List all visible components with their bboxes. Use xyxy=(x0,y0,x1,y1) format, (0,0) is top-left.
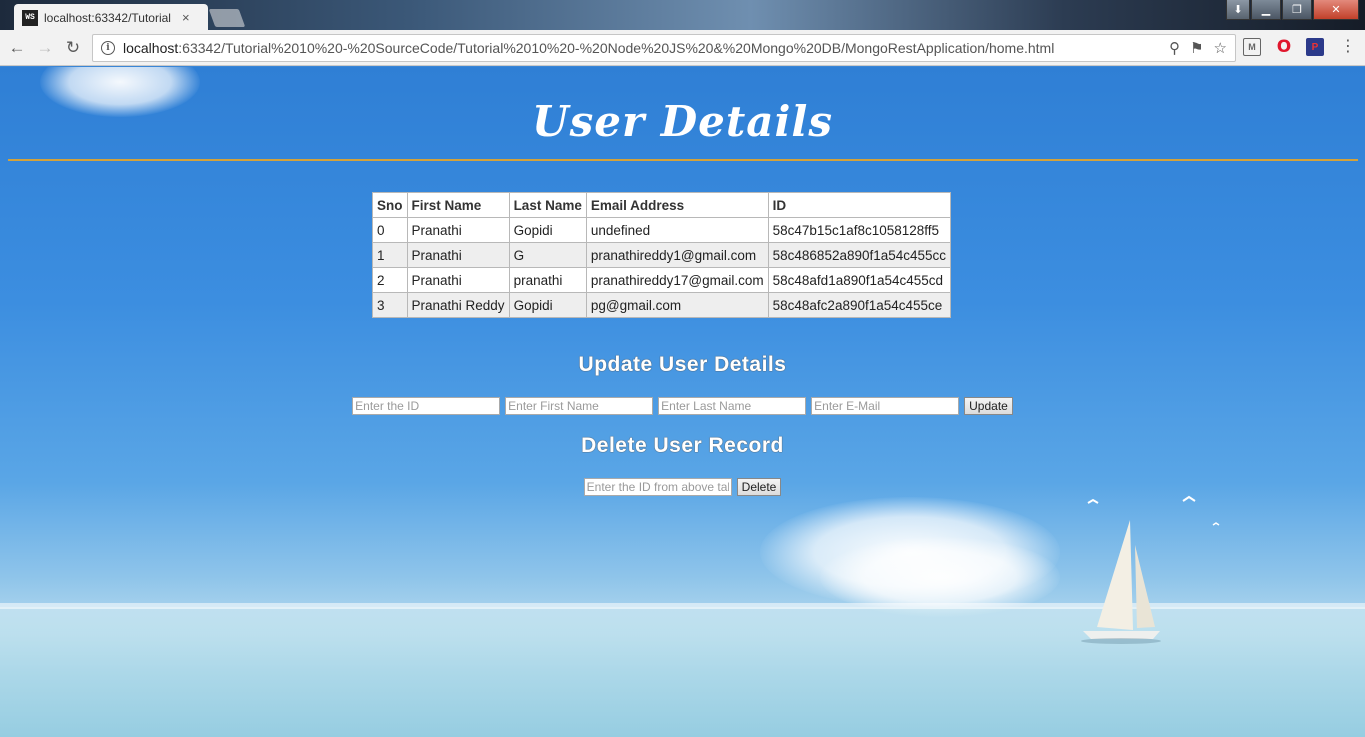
window-titlebar: WS localhost:63342/Tutorial × ⬇ ▁ ❐ ✕ xyxy=(0,0,1365,31)
address-bar[interactable]: i localhost:63342/Tutorial%2010%20-%20So… xyxy=(92,34,1236,62)
minimize-icon[interactable]: ▁ xyxy=(1251,0,1281,20)
table-row: 2 Pranathi pranathi pranathireddy17@gmai… xyxy=(372,267,952,293)
delete-id-input[interactable] xyxy=(583,478,732,496)
opera-extension-icon[interactable]: O xyxy=(1275,37,1293,57)
extension-m-icon[interactable]: M xyxy=(1243,38,1261,56)
cell-id: 58c48afd1a890f1a54c455cd xyxy=(767,267,952,293)
users-table: Sno First Name Last Name Email Address I… xyxy=(372,192,952,318)
browser-toolbar: ← → ↻ i localhost:63342/Tutorial%2010%20… xyxy=(0,30,1365,66)
cell-sno: 2 xyxy=(372,267,408,293)
back-arrow-icon[interactable]: ← xyxy=(6,37,28,59)
update-button[interactable]: Update xyxy=(964,397,1013,415)
first-name-input[interactable] xyxy=(505,397,654,415)
table-header-row: Sno First Name Last Name Email Address I… xyxy=(372,192,952,218)
tab-close-icon[interactable]: × xyxy=(182,10,190,25)
close-window-icon[interactable]: ✕ xyxy=(1313,0,1359,20)
column-header-first-name: First Name xyxy=(406,192,510,218)
update-form: Update xyxy=(0,397,1365,415)
downloads-icon[interactable]: ⬇ xyxy=(1226,0,1250,20)
page-viewport: User Details Sno First Name Last Name Em… xyxy=(0,67,1365,737)
url-host: localhost xyxy=(123,40,179,56)
cell-sno: 0 xyxy=(372,217,408,243)
delete-form: Delete xyxy=(0,478,1365,496)
update-section-heading: Update User Details xyxy=(578,353,787,376)
maximize-icon[interactable]: ❐ xyxy=(1282,0,1312,20)
table-row: 3 Pranathi Reddy Gopidi pg@gmail.com 58c… xyxy=(372,292,952,318)
window-controls: ⬇ ▁ ❐ ✕ xyxy=(1226,0,1359,20)
cell-sno: 1 xyxy=(372,242,408,268)
new-tab-button[interactable] xyxy=(208,9,246,27)
cell-id: 58c486852a890f1a54c455cc xyxy=(767,242,952,268)
birds-icon xyxy=(1087,495,1220,526)
extension-p-icon[interactable]: P xyxy=(1306,38,1324,56)
forward-arrow-icon[interactable]: → xyxy=(34,37,56,59)
cell-email: pranathireddy17@gmail.com xyxy=(585,267,769,293)
column-header-email: Email Address xyxy=(585,192,769,218)
cell-id: 58c48afc2a890f1a54c455ce xyxy=(767,292,952,318)
zoom-icon[interactable]: ⚲ xyxy=(1169,39,1180,57)
tab-title: localhost:63342/Tutorial xyxy=(44,10,171,25)
delete-button[interactable]: Delete xyxy=(736,478,782,496)
cell-email: undefined xyxy=(585,217,769,243)
url-text: localhost:63342/Tutorial%2010%20-%20Sour… xyxy=(123,40,1054,56)
pin-icon[interactable]: ⚑ xyxy=(1190,39,1203,57)
cell-email: pranathireddy1@gmail.com xyxy=(585,242,769,268)
cell-first-name: Pranathi xyxy=(406,267,510,293)
cell-email: pg@gmail.com xyxy=(585,292,769,318)
cell-first-name: Pranathi Reddy xyxy=(406,292,510,318)
update-id-input[interactable] xyxy=(352,397,501,415)
email-input[interactable] xyxy=(811,397,960,415)
column-header-sno: Sno xyxy=(372,192,408,218)
reload-icon[interactable]: ↻ xyxy=(62,37,84,59)
delete-section-heading: Delete User Record xyxy=(581,434,784,457)
page-title: User Details xyxy=(531,97,834,146)
browser-menu-icon[interactable]: ⋮ xyxy=(1340,38,1356,58)
cell-id: 58c47b15c1af8c1058128ff5 xyxy=(767,217,952,243)
bookmark-star-icon[interactable]: ☆ xyxy=(1214,39,1227,57)
webstorm-favicon-icon: WS xyxy=(22,9,38,26)
cell-last-name: pranathi xyxy=(508,267,587,293)
site-info-icon[interactable]: i xyxy=(101,41,115,55)
column-header-last-name: Last Name xyxy=(508,192,587,218)
cell-last-name: Gopidi xyxy=(508,292,587,318)
url-path: :63342/Tutorial%2010%20-%20SourceCode/Tu… xyxy=(178,40,1055,56)
omnibox-actions: ⚲ ⚑ ☆ xyxy=(1169,39,1227,57)
cell-last-name: Gopidi xyxy=(508,217,587,243)
browser-tab[interactable]: WS localhost:63342/Tutorial × xyxy=(14,4,208,31)
title-divider xyxy=(8,159,1358,161)
cell-last-name: G xyxy=(508,242,587,268)
last-name-input[interactable] xyxy=(658,397,807,415)
cell-first-name: Pranathi xyxy=(406,242,510,268)
table-row: 0 Pranathi Gopidi undefined 58c47b15c1af… xyxy=(372,217,952,243)
cell-sno: 3 xyxy=(372,292,408,318)
cell-first-name: Pranathi xyxy=(406,217,510,243)
table-row: 1 Pranathi G pranathireddy1@gmail.com 58… xyxy=(372,242,952,268)
column-header-id: ID xyxy=(767,192,952,218)
